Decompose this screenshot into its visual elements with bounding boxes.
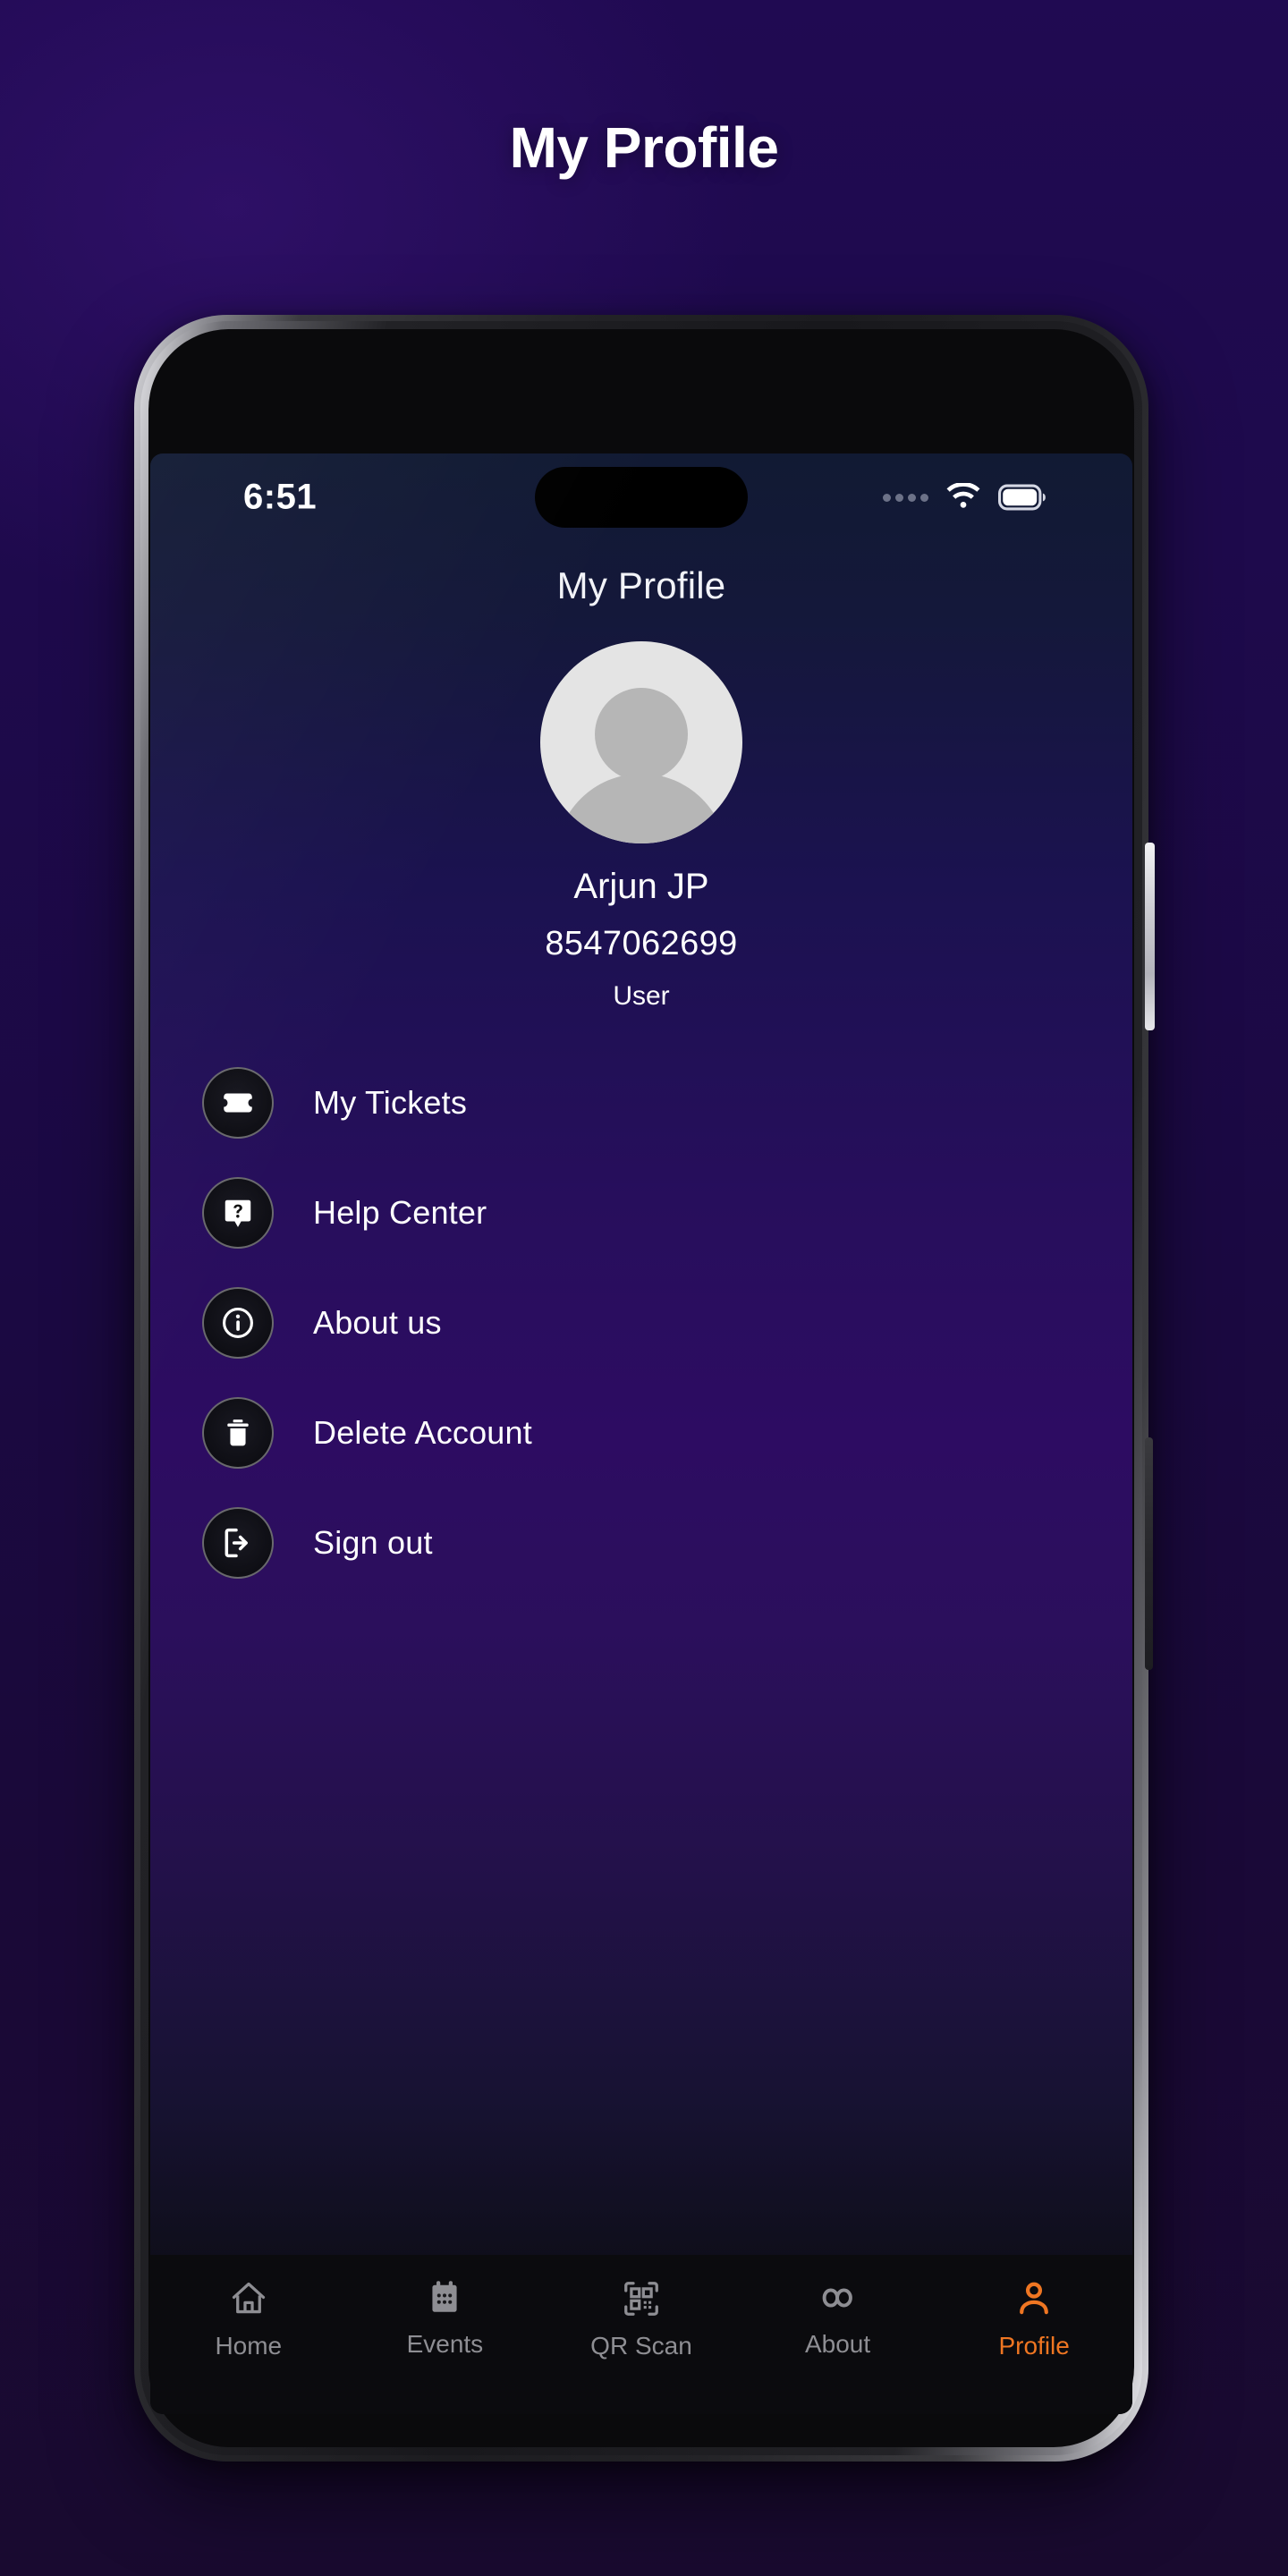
status-bar-indicators bbox=[883, 483, 1046, 512]
tab-home[interactable]: Home bbox=[150, 2278, 347, 2360]
menu-item-about-us[interactable]: About us bbox=[202, 1267, 1132, 1377]
menu-item-label: Sign out bbox=[313, 1523, 433, 1561]
menu-item-label: My Tickets bbox=[313, 1083, 468, 1121]
default-avatar-icon[interactable] bbox=[540, 641, 742, 843]
tab-label: Profile bbox=[998, 2332, 1070, 2360]
power-button[interactable] bbox=[1145, 843, 1155, 1030]
trash-icon bbox=[202, 1396, 274, 1469]
infinity-icon bbox=[822, 2288, 852, 2308]
dynamic-island bbox=[535, 467, 748, 528]
tab-label: Events bbox=[406, 2330, 484, 2358]
avatar-container[interactable] bbox=[150, 641, 1132, 843]
wifi-icon bbox=[946, 483, 980, 508]
avatar-body-shape bbox=[555, 774, 727, 843]
app-screen-title: My Profile bbox=[556, 564, 726, 606]
volume-buttons[interactable] bbox=[1145, 1437, 1153, 1670]
calendar-icon bbox=[432, 2281, 457, 2312]
profile-name: Arjun JP bbox=[573, 867, 709, 906]
page-root: My Profile 6:51 My Profile Arjun JP 8547… bbox=[0, 0, 1288, 2576]
tab-label: QR Scan bbox=[590, 2332, 692, 2360]
phone-device-mockup: 6:51 My Profile Arjun JP 8547062699 User… bbox=[134, 315, 1155, 2462]
menu-item-help-center[interactable]: Help Center bbox=[202, 1157, 1132, 1267]
status-bar-clock: 6:51 bbox=[243, 477, 318, 517]
tab-qr-scan[interactable]: QR Scan bbox=[543, 2278, 740, 2360]
home-icon bbox=[232, 2282, 265, 2314]
avatar-head-shape bbox=[595, 688, 688, 781]
menu-item-label: About us bbox=[313, 1303, 442, 1341]
profile-phone: 8547062699 bbox=[545, 925, 738, 962]
person-icon bbox=[1020, 2282, 1049, 2315]
tab-profile[interactable]: Profile bbox=[936, 2278, 1132, 2360]
menu-item-delete-account[interactable]: Delete Account bbox=[202, 1377, 1132, 1487]
info-circle-icon bbox=[202, 1286, 274, 1359]
tab-about[interactable]: About bbox=[740, 2278, 936, 2359]
menu-item-label: Help Center bbox=[313, 1193, 487, 1231]
menu-item-my-tickets[interactable]: My Tickets bbox=[202, 1047, 1132, 1157]
logout-icon bbox=[202, 1506, 274, 1579]
tab-label: Home bbox=[215, 2332, 283, 2360]
signal-dots-icon bbox=[883, 493, 928, 502]
menu-item-label: Delete Account bbox=[313, 1413, 532, 1451]
tab-events[interactable]: Events bbox=[347, 2278, 544, 2359]
ticket-icon bbox=[202, 1066, 274, 1139]
question-chat-icon bbox=[202, 1176, 274, 1249]
profile-menu-list: My Tickets Help Center About us Delete A… bbox=[150, 1047, 1132, 1597]
status-bar: 6:51 bbox=[150, 453, 1132, 541]
bottom-tab-bar: Home Events QR Scan About Profile bbox=[150, 2255, 1132, 2414]
tab-label: About bbox=[804, 2330, 871, 2358]
menu-item-sign-out[interactable]: Sign out bbox=[202, 1487, 1132, 1597]
qr-code-icon bbox=[624, 2282, 658, 2316]
phone-screen: 6:51 My Profile Arjun JP 8547062699 User… bbox=[150, 453, 1132, 2414]
page-title: My Profile bbox=[509, 115, 779, 180]
battery-full-icon bbox=[998, 484, 1046, 511]
profile-role: User bbox=[613, 981, 670, 1011]
